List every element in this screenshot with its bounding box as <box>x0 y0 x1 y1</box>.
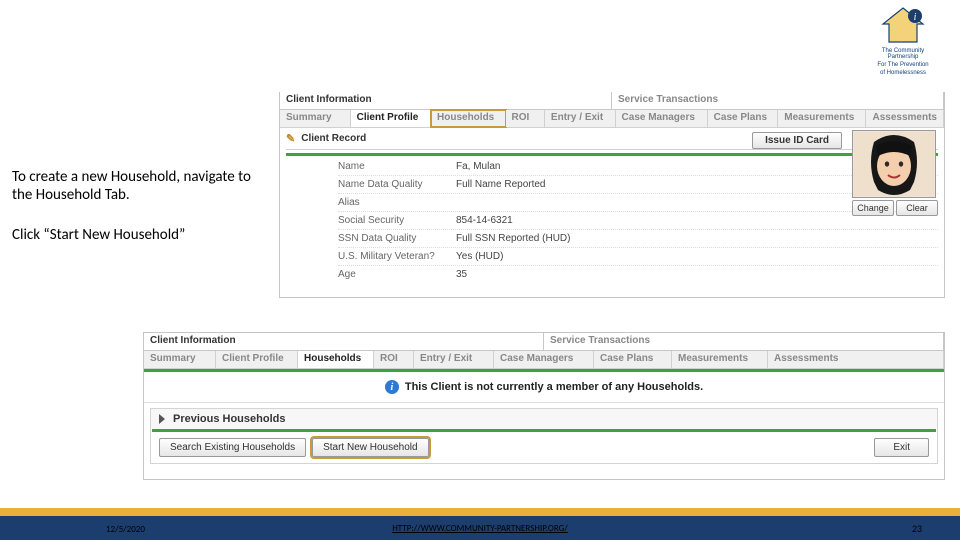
start-new-household-button[interactable]: Start New Household <box>312 438 429 457</box>
p2-subtab-entry-exit[interactable]: Entry / Exit <box>414 351 494 368</box>
instruction-create: To create a new Household, navigate to t… <box>12 168 267 204</box>
subtab-case-plans[interactable]: Case Plans <box>708 110 779 127</box>
field-label-veteran: U.S. Military Veteran? <box>338 251 456 262</box>
instruction-click: Click “Start New Household” <box>12 226 267 244</box>
info-icon: i <box>385 380 399 394</box>
field-value-veteran: Yes (HUD) <box>456 251 503 262</box>
field-value-name-quality: Full Name Reported <box>456 179 545 190</box>
subtab-measurements[interactable]: Measurements <box>778 110 866 127</box>
change-photo-button[interactable]: Change <box>852 200 894 216</box>
client-fields: NameFa, Mulan Name Data QualityFull Name… <box>338 158 938 283</box>
field-value-age: 35 <box>456 269 467 280</box>
issue-id-card-button[interactable]: Issue ID Card <box>752 132 842 149</box>
p2-subtab-case-plans[interactable]: Case Plans <box>594 351 672 368</box>
p2-sub-tabs-row: Summary Client Profile Households ROI En… <box>144 351 944 369</box>
subtab-households[interactable]: Households <box>431 110 506 127</box>
field-label-ssn-quality: SSN Data Quality <box>338 233 456 244</box>
p2-subtab-client-profile[interactable]: Client Profile <box>216 351 298 368</box>
org-logo: i The Community Partnership For The Prev… <box>868 6 938 66</box>
svg-text:i: i <box>914 12 917 23</box>
p2-subtab-roi[interactable]: ROI <box>374 351 414 368</box>
client-profile-panel: Client Information Service Transactions … <box>279 92 945 298</box>
subtab-entry-exit[interactable]: Entry / Exit <box>545 110 616 127</box>
subtab-case-managers[interactable]: Case Managers <box>616 110 708 127</box>
footer-link[interactable]: HTTP://WWW.COMMUNITY-PARTNERSHIP.ORG/ <box>0 523 960 534</box>
client-record-title: Client Record <box>301 133 366 144</box>
p2-subtab-measurements[interactable]: Measurements <box>672 351 768 368</box>
pencil-icon[interactable]: ✎ <box>286 132 295 145</box>
search-existing-households-button[interactable]: Search Existing Households <box>159 438 306 457</box>
sub-tabs-row-1: Summary Client Profile Households ROI En… <box>280 110 944 128</box>
subtab-client-profile[interactable]: Client Profile <box>351 110 431 127</box>
previous-households-header: Previous Households <box>173 413 285 425</box>
instructions: To create a new Household, navigate to t… <box>12 168 267 266</box>
logo-caption-3: of Homelessness <box>868 70 938 76</box>
field-label-alias: Alias <box>338 197 456 208</box>
no-household-message: This Client is not currently a member of… <box>405 381 703 393</box>
households-panel: Client Information Service Transactions … <box>143 332 945 480</box>
client-photo <box>852 130 936 198</box>
p2-subtab-summary[interactable]: Summary <box>144 351 216 368</box>
logo-caption-1: The Community Partnership <box>868 48 938 60</box>
p2-main-tab-service-transactions[interactable]: Service Transactions <box>544 333 944 350</box>
expand-icon[interactable] <box>159 414 165 424</box>
logo-caption-2: For The Prevention <box>868 62 938 68</box>
field-label-name-quality: Name Data Quality <box>338 179 456 190</box>
footer-page-number: 23 <box>912 522 922 535</box>
subtab-summary[interactable]: Summary <box>280 110 351 127</box>
exit-button[interactable]: Exit <box>874 438 929 457</box>
clear-photo-button[interactable]: Clear <box>896 200 938 216</box>
footer-gold-bar <box>0 508 960 516</box>
subtab-roi[interactable]: ROI <box>506 110 545 127</box>
p2-subtab-case-managers[interactable]: Case Managers <box>494 351 594 368</box>
p2-main-tab-client-info[interactable]: Client Information <box>144 333 544 350</box>
field-value-ssn: 854-14-6321 <box>456 215 513 226</box>
field-value-name: Fa, Mulan <box>456 161 500 172</box>
p2-subtab-assessments[interactable]: Assessments <box>768 351 944 368</box>
p2-subtab-households[interactable]: Households <box>298 351 374 368</box>
field-label-ssn: Social Security <box>338 215 456 226</box>
field-label-name: Name <box>338 161 456 172</box>
subtab-assessments[interactable]: Assessments <box>866 110 943 127</box>
main-tab-service-transactions[interactable]: Service Transactions <box>612 92 944 109</box>
field-value-ssn-quality: Full SSN Reported (HUD) <box>456 233 570 244</box>
previous-households-section: Previous Households Search Existing Hous… <box>150 408 938 464</box>
field-label-age: Age <box>338 269 456 280</box>
main-tab-client-info[interactable]: Client Information <box>280 92 612 109</box>
